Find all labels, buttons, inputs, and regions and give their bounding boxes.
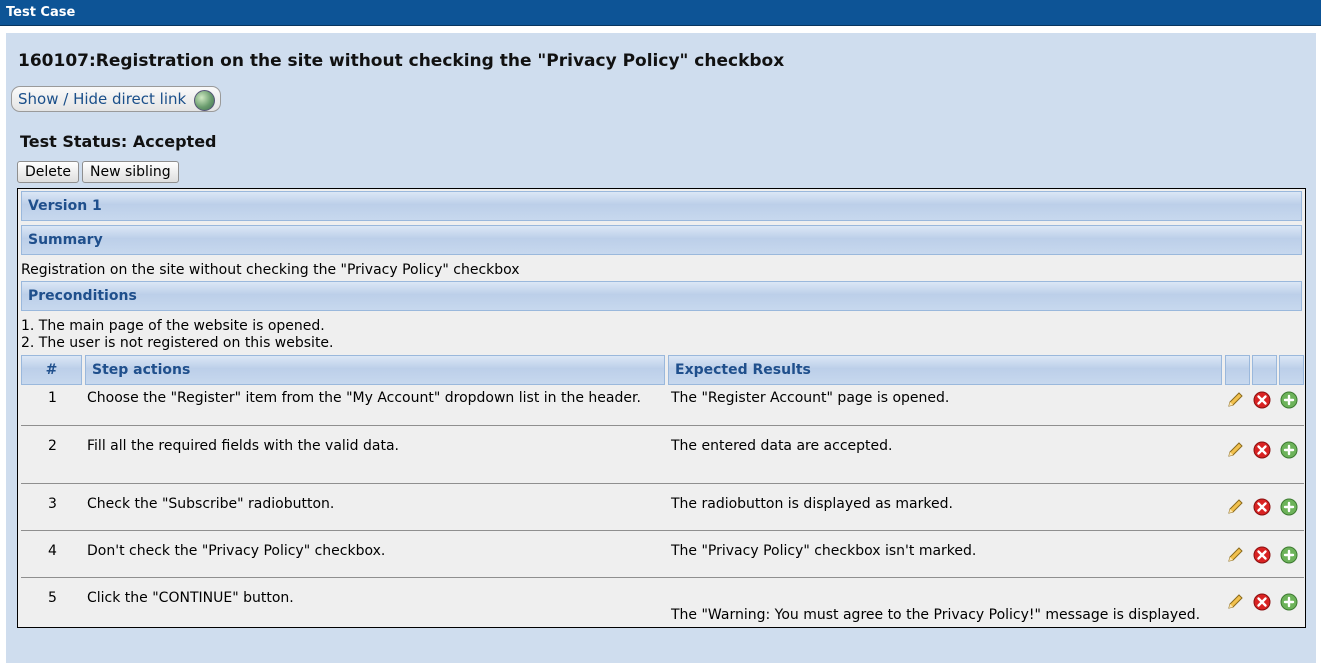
test-status: Test Status: Accepted xyxy=(20,132,217,151)
step-expected: The "Privacy Policy" checkbox isn't mark… xyxy=(671,543,977,559)
column-header-delete xyxy=(1252,355,1277,385)
add-icon[interactable] xyxy=(1280,391,1298,409)
version-label: Version 1 xyxy=(28,198,102,214)
row-divider xyxy=(21,425,1304,426)
step-expected: The entered data are accepted. xyxy=(671,438,893,454)
summary-header: Summary xyxy=(21,225,1302,255)
pencil-icon[interactable] xyxy=(1226,546,1244,564)
step-expected: The radiobutton is displayed as marked. xyxy=(671,496,953,512)
precondition-line: 1. The main page of the website is opene… xyxy=(21,318,325,334)
show-hide-direct-link-button[interactable]: Show / Hide direct link xyxy=(11,86,221,112)
step-expected: The "Register Account" page is opened. xyxy=(671,390,950,406)
delete-icon[interactable] xyxy=(1253,391,1271,409)
step-action: Don't check the "Privacy Policy" checkbo… xyxy=(87,543,386,559)
pencil-icon[interactable] xyxy=(1226,498,1244,516)
add-icon[interactable] xyxy=(1280,441,1298,459)
test-case-title: 160107:Registration on the site without … xyxy=(18,51,785,71)
pencil-icon[interactable] xyxy=(1226,441,1244,459)
step-expected: The "Warning: You must agree to the Priv… xyxy=(671,607,1201,623)
step-action: Choose the "Register" item from the "My … xyxy=(87,390,641,406)
precondition-line: 2. The user is not registered on this we… xyxy=(21,335,334,351)
row-divider xyxy=(21,530,1304,531)
row-actions xyxy=(1226,391,1301,411)
direct-link-label: Show / Hide direct link xyxy=(18,90,187,108)
column-header-expected-results: Expected Results xyxy=(668,355,1222,385)
column-header-add xyxy=(1279,355,1304,385)
step-action: Click the "CONTINUE" button. xyxy=(87,590,294,606)
delete-button[interactable]: Delete xyxy=(17,161,79,183)
column-header-edit xyxy=(1225,355,1250,385)
summary-text: Registration on the site without checkin… xyxy=(21,262,520,278)
window-title-bar: Test Case xyxy=(0,0,1321,26)
globe-icon xyxy=(194,90,215,111)
step-action: Fill all the required fields with the va… xyxy=(87,438,399,454)
test-case-panel: Version 1 Summary Registration on the si… xyxy=(17,188,1306,628)
add-icon[interactable] xyxy=(1280,546,1298,564)
pencil-icon[interactable] xyxy=(1226,593,1244,611)
delete-icon[interactable] xyxy=(1253,441,1271,459)
test-case-area: 160107:Registration on the site without … xyxy=(6,33,1316,663)
row-actions xyxy=(1226,546,1301,566)
step-number: 4 xyxy=(48,543,57,559)
step-number: 3 xyxy=(48,496,57,512)
row-divider xyxy=(21,577,1304,578)
step-number: 1 xyxy=(48,390,57,406)
add-icon[interactable] xyxy=(1280,593,1298,611)
step-action: Check the "Subscribe" radiobutton. xyxy=(87,496,335,512)
column-header-number: # xyxy=(21,355,82,385)
step-number: 2 xyxy=(48,438,57,454)
pencil-icon[interactable] xyxy=(1226,391,1244,409)
column-header-step-actions: Step actions xyxy=(85,355,665,385)
window-title: Test Case xyxy=(6,5,76,20)
row-actions xyxy=(1226,498,1301,518)
row-actions xyxy=(1226,441,1301,461)
version-header[interactable]: Version 1 xyxy=(21,191,1302,221)
row-divider xyxy=(21,483,1304,484)
row-actions xyxy=(1226,593,1301,613)
delete-icon[interactable] xyxy=(1253,593,1271,611)
delete-icon[interactable] xyxy=(1253,498,1271,516)
new-sibling-button[interactable]: New sibling xyxy=(82,161,179,183)
step-number: 5 xyxy=(48,590,57,606)
add-icon[interactable] xyxy=(1280,498,1298,516)
delete-icon[interactable] xyxy=(1253,546,1271,564)
preconditions-header: Preconditions xyxy=(21,281,1302,311)
